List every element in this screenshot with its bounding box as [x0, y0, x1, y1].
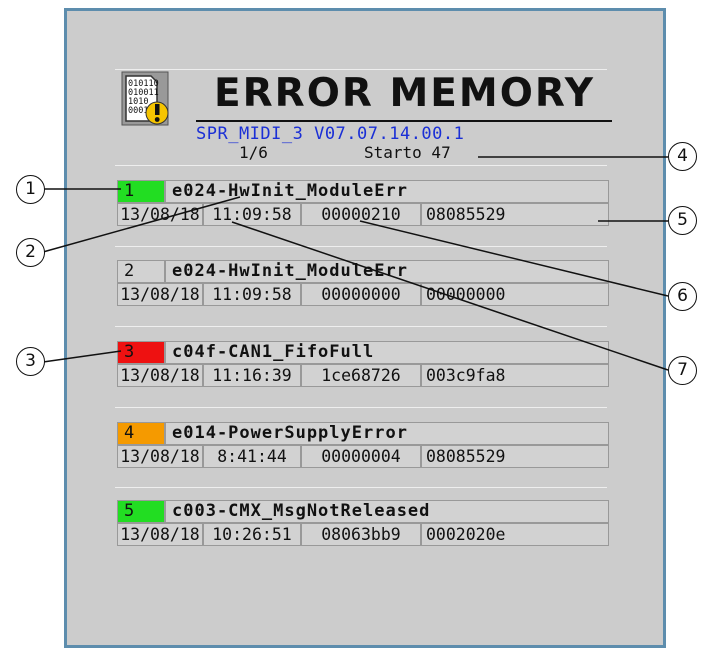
page-title: ERROR MEMORY [214, 71, 596, 116]
error-value-2: 08085529 [421, 203, 609, 226]
divider [115, 246, 607, 247]
callout-marker: 4 [668, 142, 697, 171]
error-code: c04f-CAN1_FifoFull [165, 341, 609, 364]
icon-bits-line: 0001 [128, 106, 148, 116]
callout-marker: 3 [16, 347, 45, 376]
error-value-1: 1ce68726 [301, 364, 421, 387]
error-value-1: 00000004 [301, 445, 421, 468]
error-time: 10:26:51 [203, 523, 301, 546]
error-date: 13/08/18 [117, 283, 203, 306]
error-code: e024-HwInit_ModuleErr [165, 180, 609, 203]
error-value-2: 0002020e [421, 523, 609, 546]
error-value-2: 00000000 [421, 283, 609, 306]
error-date: 13/08/18 [117, 445, 203, 468]
start-counter: Starto 47 [364, 143, 451, 162]
entry-index: 3 [117, 341, 165, 364]
error-entry[interactable]: 5 c003-CMX_MsgNotReleased 13/08/18 10:26… [115, 498, 611, 547]
entry-index: 4 [117, 422, 165, 445]
error-date: 13/08/18 [117, 203, 203, 226]
binary-document-warning-icon: 010110 010011 1010 0001 [121, 71, 169, 126]
callout-marker: 6 [668, 282, 697, 311]
callout-marker: 2 [16, 238, 45, 267]
entry-index: 1 [117, 180, 165, 203]
error-code: e014-PowerSupplyError [165, 422, 609, 445]
callout-marker: 5 [668, 206, 697, 235]
error-entry[interactable]: 1 e024-HwInit_ModuleErr 13/08/18 11:09:5… [115, 178, 611, 227]
error-code: c003-CMX_MsgNotReleased [165, 500, 609, 523]
error-entry[interactable]: 4 e014-PowerSupplyError 13/08/18 8:41:44… [115, 420, 611, 469]
divider [115, 407, 607, 408]
firmware-version: SPR_MIDI_3 V07.07.14.00.1 [196, 124, 465, 144]
error-time: 11:16:39 [203, 364, 301, 387]
error-entry[interactable]: 2 e024-HwInit_ModuleErr 13/08/18 11:09:5… [115, 258, 611, 307]
callout-marker: 1 [16, 175, 45, 204]
divider [115, 326, 607, 327]
divider [115, 69, 607, 70]
error-entry[interactable]: 3 c04f-CAN1_FifoFull 13/08/18 11:16:39 1… [115, 339, 611, 388]
error-value-1: 00000000 [301, 283, 421, 306]
error-value-1: 00000210 [301, 203, 421, 226]
error-value-1: 08063bb9 [301, 523, 421, 546]
entry-index: 2 [117, 260, 165, 283]
divider [115, 165, 607, 166]
error-date: 13/08/18 [117, 364, 203, 387]
error-date: 13/08/18 [117, 523, 203, 546]
divider [115, 487, 607, 488]
page-indicator: 1/6 [239, 143, 268, 162]
error-time: 11:09:58 [203, 203, 301, 226]
entry-index: 5 [117, 500, 165, 523]
error-value-2: 003c9fa8 [421, 364, 609, 387]
error-value-2: 08085529 [421, 445, 609, 468]
callout-marker: 7 [668, 356, 697, 385]
error-time: 11:09:58 [203, 283, 301, 306]
error-time: 8:41:44 [203, 445, 301, 468]
title-underline [196, 120, 612, 122]
error-code: e024-HwInit_ModuleErr [165, 260, 609, 283]
